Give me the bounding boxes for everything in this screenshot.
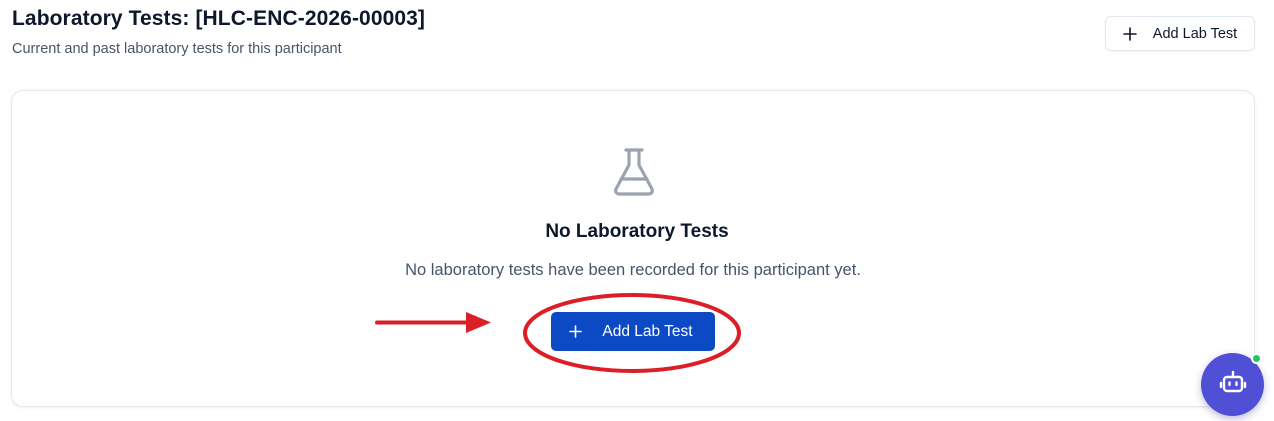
plus-icon [1122,26,1137,41]
online-status-dot [1251,353,1262,364]
plus-icon [569,325,583,338]
add-lab-test-label: Add Lab Test [1152,25,1238,42]
robot-icon [1219,368,1247,401]
add-lab-test-label: Add Lab Test [602,322,693,340]
flask-icon [612,147,656,197]
page-title: Laboratory Tests: [HLC-ENC-2026-00003] [12,7,426,30]
page-subtitle: Current and past laboratory tests for th… [12,41,342,57]
lab-tests-page: Laboratory Tests: [HLC-ENC-2026-00003] C… [0,0,1274,421]
empty-state-card [11,90,1255,407]
add-lab-test-button-header[interactable]: Add Lab Test [1105,16,1255,51]
empty-state-title: No Laboratory Tests [545,221,729,242]
empty-state-message: No laboratory tests have been recorded f… [405,261,861,279]
add-lab-test-button[interactable]: Add Lab Test [551,312,715,351]
